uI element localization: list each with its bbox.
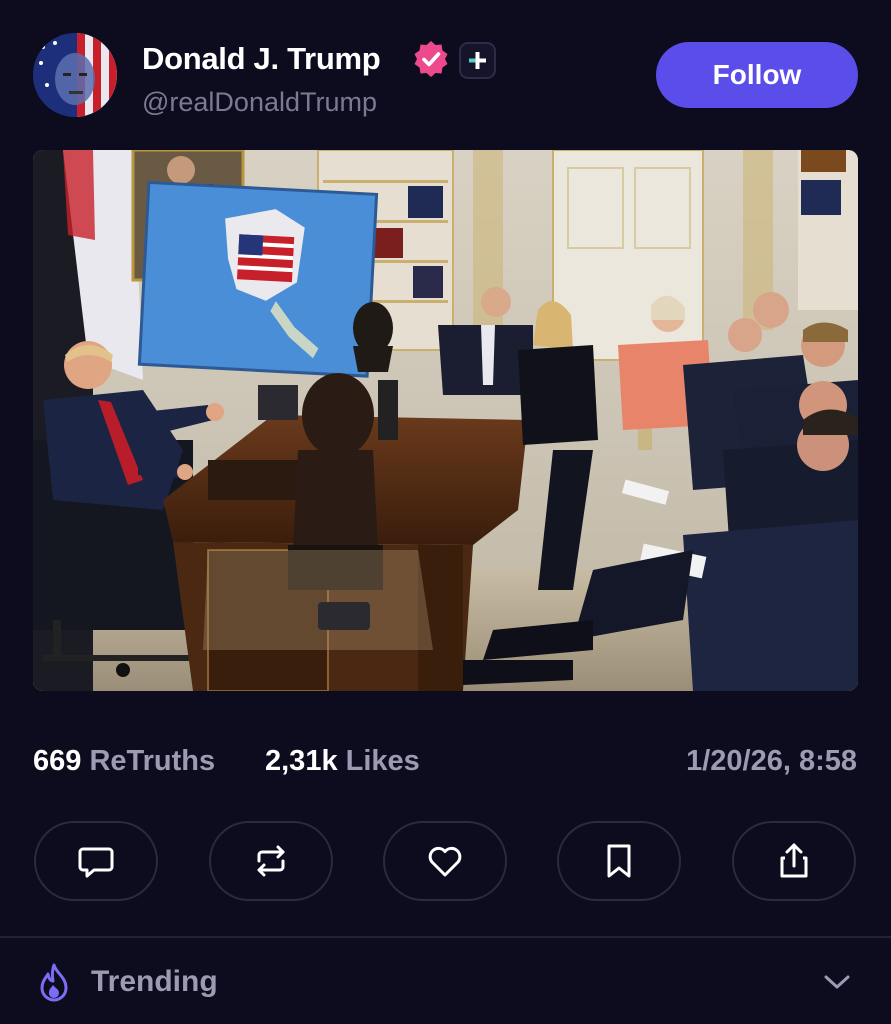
verified-badge-icon	[414, 41, 448, 77]
flame-icon	[40, 963, 68, 1002]
plus-badge-icon	[459, 42, 496, 79]
follow-button[interactable]: Follow	[656, 42, 858, 108]
comment-icon	[78, 847, 114, 878]
avatar[interactable]	[33, 33, 117, 117]
heart-icon	[428, 846, 462, 877]
like-button[interactable]	[383, 821, 507, 901]
reply-button[interactable]	[34, 821, 158, 901]
bookmark-icon	[607, 844, 631, 878]
likes-count: 2,31k	[265, 745, 338, 777]
retruth-icon	[257, 845, 285, 877]
divider	[0, 936, 891, 938]
post-view: Donald J. Trump @realDonaldTrump Follow	[0, 0, 891, 1024]
post-timestamp: 1/20/26, 8:58	[686, 745, 857, 777]
share-icon	[780, 843, 808, 878]
bookmark-button[interactable]	[557, 821, 681, 901]
trending-label[interactable]: Trending	[91, 962, 218, 1002]
post-image[interactable]	[33, 150, 858, 691]
author-handle[interactable]: @realDonaldTrump	[142, 84, 377, 120]
share-button[interactable]	[732, 821, 856, 901]
author-display-name[interactable]: Donald J. Trump	[142, 38, 381, 80]
chevron-down-icon[interactable]	[822, 970, 852, 994]
retruth-button[interactable]	[209, 821, 333, 901]
retruths-stat[interactable]: 669 ReTruths	[33, 741, 215, 781]
retruths-count: 669	[33, 745, 82, 777]
retruths-label: ReTruths	[89, 745, 216, 777]
likes-label: Likes	[345, 745, 420, 777]
likes-stat[interactable]: 2,31k Likes	[265, 741, 420, 781]
